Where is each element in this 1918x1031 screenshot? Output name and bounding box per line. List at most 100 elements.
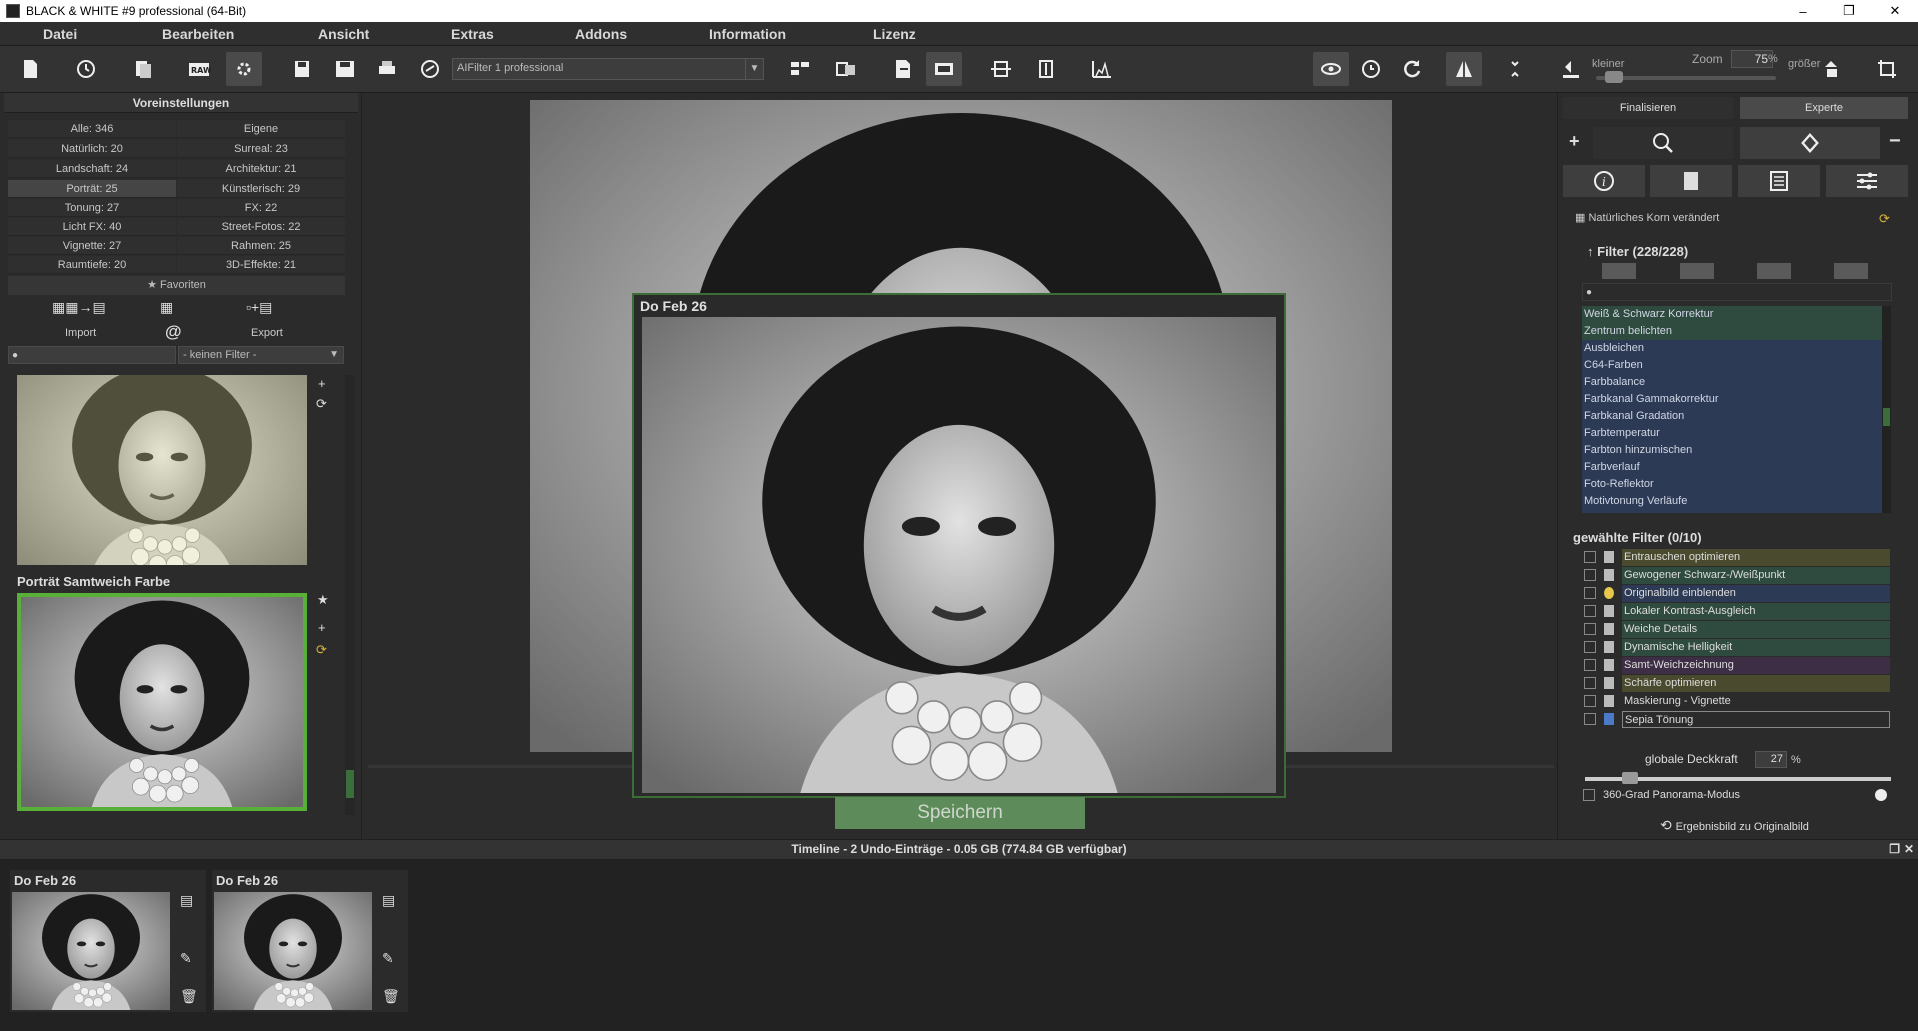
minimize-button[interactable]: – xyxy=(1780,0,1826,22)
category-kuenstlerisch[interactable]: Künstlerisch: 29 xyxy=(177,180,345,198)
list-item[interactable]: C64-Farben xyxy=(1582,357,1882,374)
category-vignette[interactable]: Vignette: 27 xyxy=(8,237,176,255)
timeline-thumbnail[interactable] xyxy=(12,892,170,1010)
preset-dropdown[interactable]: AIFilter 1 professional ▼ xyxy=(452,58,764,80)
layout-grid-icon[interactable] xyxy=(782,52,818,86)
category-licht-fx[interactable]: Licht FX: 40 xyxy=(8,218,176,236)
refresh-icon[interactable]: ⟳ xyxy=(1879,211,1890,227)
checkbox[interactable] xyxy=(1584,677,1596,689)
tab-finalisieren[interactable]: Finalisieren xyxy=(1563,97,1733,119)
search-icon[interactable] xyxy=(1593,127,1733,159)
opacity-value-field[interactable]: 27 xyxy=(1755,751,1787,768)
zoom-in-icon[interactable] xyxy=(1815,52,1851,86)
diamond-layers-icon[interactable] xyxy=(1740,127,1880,159)
list-item[interactable]: Ausbleichen xyxy=(1582,340,1882,357)
panorama-toggle[interactable]: 360-Grad Panorama-Modus xyxy=(1583,789,1740,801)
selected-filter-row[interactable]: Originalbild einblenden xyxy=(1580,584,1890,602)
timer-icon[interactable] xyxy=(1353,52,1389,86)
add-filter-icon[interactable]: + xyxy=(1569,131,1580,152)
eye-preview-icon[interactable] xyxy=(1313,52,1349,86)
selected-filter-row[interactable]: Schärfe optimieren xyxy=(1580,674,1890,692)
menu-ansicht[interactable]: Ansicht xyxy=(318,26,369,42)
selected-filter-row[interactable]: Weiche Details xyxy=(1580,620,1890,638)
category-alle[interactable]: Alle: 346 xyxy=(8,120,176,138)
save-button[interactable]: Speichern xyxy=(835,797,1085,829)
add-icon[interactable]: + xyxy=(318,620,326,635)
raw-icon[interactable]: RAW xyxy=(181,52,217,86)
list-item[interactable]: Farbverlauf xyxy=(1582,459,1882,476)
menu-information[interactable]: Information xyxy=(709,26,786,42)
category-landschaft[interactable]: Landschaft: 24 xyxy=(8,160,176,178)
list-item[interactable]: Farbton hinzumischen xyxy=(1582,442,1882,459)
sliders-icon[interactable] xyxy=(1826,165,1908,197)
add-icon[interactable]: + xyxy=(318,376,326,391)
preset-thumbnail-1[interactable] xyxy=(17,375,307,565)
opacity-slider-handle[interactable] xyxy=(1622,772,1638,784)
refresh-icon[interactable]: ⟳ xyxy=(316,642,327,658)
edit-pencil-icon[interactable]: ✎ xyxy=(180,950,192,967)
zoom-value-field[interactable]: 75 xyxy=(1731,50,1773,68)
undock-icon[interactable]: ❐ xyxy=(1889,840,1900,859)
close-icon[interactable]: ✕ xyxy=(1904,840,1914,859)
mirror-icon[interactable] xyxy=(1446,52,1482,86)
scrollbar-thumb[interactable] xyxy=(346,770,354,798)
preset-search-input[interactable]: ● xyxy=(8,346,176,364)
category-portraet[interactable]: Porträt: 25 xyxy=(8,180,176,198)
zoom-slider-handle[interactable] xyxy=(1605,71,1623,83)
edit-pencil-icon[interactable]: ✎ xyxy=(382,950,394,967)
export-grid-icon[interactable]: ▫+▤ xyxy=(246,299,272,316)
filter-category-2-icon[interactable] xyxy=(1680,263,1714,279)
fit-width-icon[interactable] xyxy=(983,52,1019,86)
selected-filter-row[interactable]: Gewogener Schwarz-/Weißpunkt xyxy=(1580,566,1890,584)
selected-filter-row[interactable]: Dynamische Helligkeit xyxy=(1580,638,1890,656)
maximize-button[interactable]: ❐ xyxy=(1826,0,1872,22)
share-icon[interactable] xyxy=(412,52,448,86)
history-icon[interactable] xyxy=(68,52,104,86)
list-item[interactable]: Foto-Reflektor xyxy=(1582,476,1882,493)
favorite-star-icon[interactable]: ★ xyxy=(317,592,329,608)
trash-icon[interactable]: 🗑 xyxy=(180,988,198,1005)
preset-filter-dropdown[interactable]: - keinen Filter - ▼ xyxy=(178,346,344,364)
filmstrip-icon[interactable] xyxy=(926,52,962,86)
list-icon[interactable] xyxy=(1738,165,1820,197)
timeline-entry[interactable]: Do Feb 26 ▤ ✎ 🗑 xyxy=(10,870,206,1012)
save-as-icon[interactable] xyxy=(327,52,363,86)
restore-icon[interactable]: ▤ xyxy=(180,892,193,909)
list-item[interactable]: Zentrum belichten xyxy=(1582,323,1882,340)
preset-thumbnail-selected[interactable] xyxy=(17,593,307,811)
menu-datei[interactable]: Datei xyxy=(43,26,77,42)
split-view-icon[interactable] xyxy=(1497,52,1533,86)
category-natuerlich[interactable]: Natürlich: 20 xyxy=(8,140,176,158)
crop-rotate-icon[interactable] xyxy=(1869,52,1905,86)
print-icon[interactable] xyxy=(369,52,405,86)
menu-extras[interactable]: Extras xyxy=(451,26,494,42)
checkbox[interactable] xyxy=(1583,789,1595,801)
filter-search-input[interactable]: ● xyxy=(1582,283,1892,301)
filter-category-3-icon[interactable] xyxy=(1757,263,1791,279)
presets-scrollbar[interactable] xyxy=(345,375,355,815)
refresh-icon[interactable]: ⟳ xyxy=(316,396,327,412)
zoom-slider[interactable] xyxy=(1596,76,1776,80)
remove-filter-icon[interactable]: − xyxy=(1889,130,1901,153)
scrollbar-thumb[interactable] xyxy=(1883,408,1890,426)
menu-addons[interactable]: Addons xyxy=(575,26,627,42)
list-item[interactable]: Farbtemperatur xyxy=(1582,425,1882,442)
list-item[interactable]: Farbkanal Gammakorrektur xyxy=(1582,391,1882,408)
compare-icon[interactable] xyxy=(828,52,864,86)
close-button[interactable]: ✕ xyxy=(1872,0,1918,22)
save-icon[interactable] xyxy=(284,52,320,86)
zoom-out-icon[interactable] xyxy=(1553,52,1589,86)
filter-list-scrollbar[interactable] xyxy=(1882,306,1891,513)
search-grid-icon[interactable]: ▦ xyxy=(160,299,173,316)
toggle-dot-icon[interactable] xyxy=(1875,789,1887,801)
category-tonung[interactable]: Tonung: 27 xyxy=(8,199,176,217)
checkbox[interactable] xyxy=(1584,605,1596,617)
selected-filter-row[interactable]: Lokaler Kontrast-Ausgleich xyxy=(1580,602,1890,620)
category-surreal[interactable]: Surreal: 23 xyxy=(177,140,345,158)
filter-category-1-icon[interactable] xyxy=(1602,263,1636,279)
restore-icon[interactable]: ▤ xyxy=(382,892,395,909)
category-eigene[interactable]: Eigene xyxy=(177,120,345,138)
trash-icon[interactable]: 🗑 xyxy=(382,988,400,1005)
timeline-thumbnail[interactable] xyxy=(214,892,372,1010)
category-architektur[interactable]: Architektur: 21 xyxy=(177,160,345,178)
